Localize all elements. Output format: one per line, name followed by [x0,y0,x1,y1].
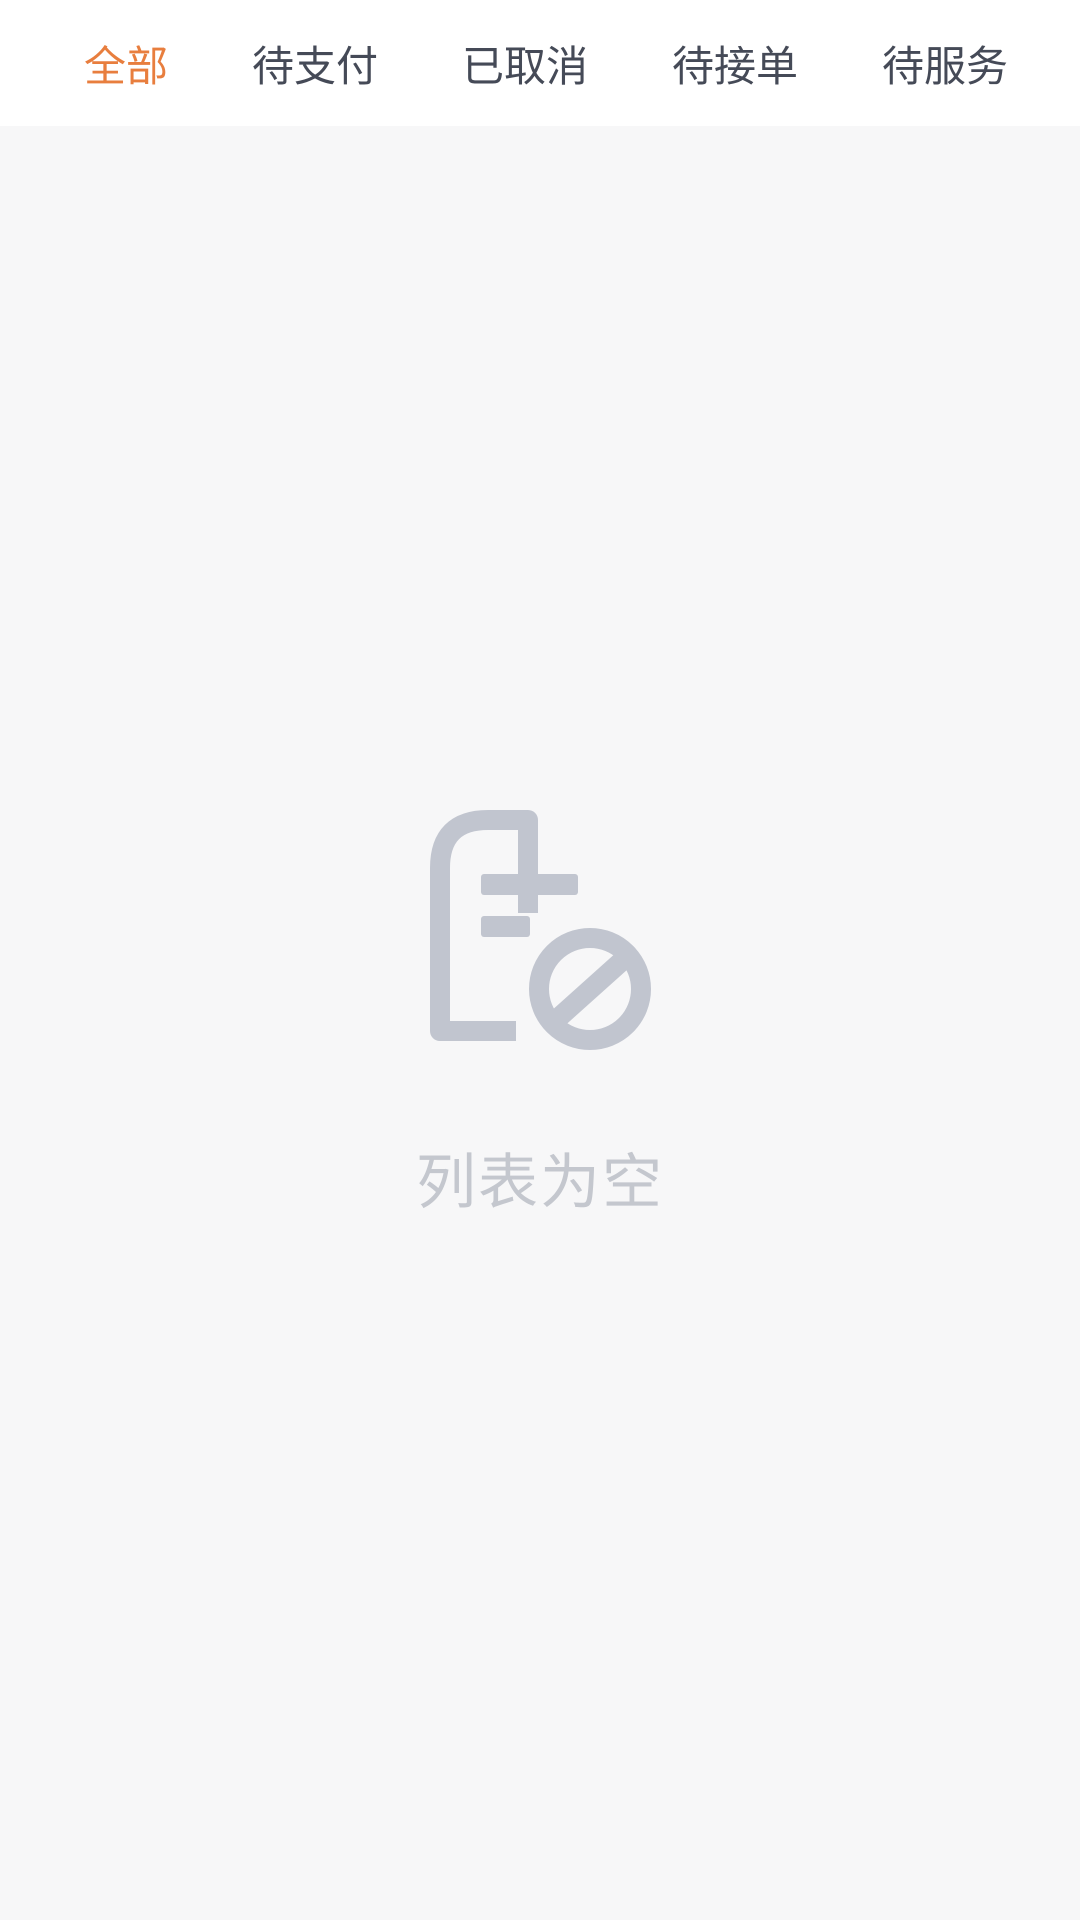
tab-cancelled[interactable]: 已取消 [462,0,588,126]
order-status-tab-bar: 全部 待支付 已取消 待接单 待服务 [0,0,1080,126]
tab-all[interactable]: 全部 [84,0,168,126]
tab-pending-payment[interactable]: 待支付 [252,0,378,126]
empty-list-icon [430,810,652,1056]
tab-pending-service[interactable]: 待服务 [882,0,1008,126]
empty-state-text: 列表为空 [416,1148,664,1218]
tab-pending-acceptance[interactable]: 待接单 [672,0,798,126]
